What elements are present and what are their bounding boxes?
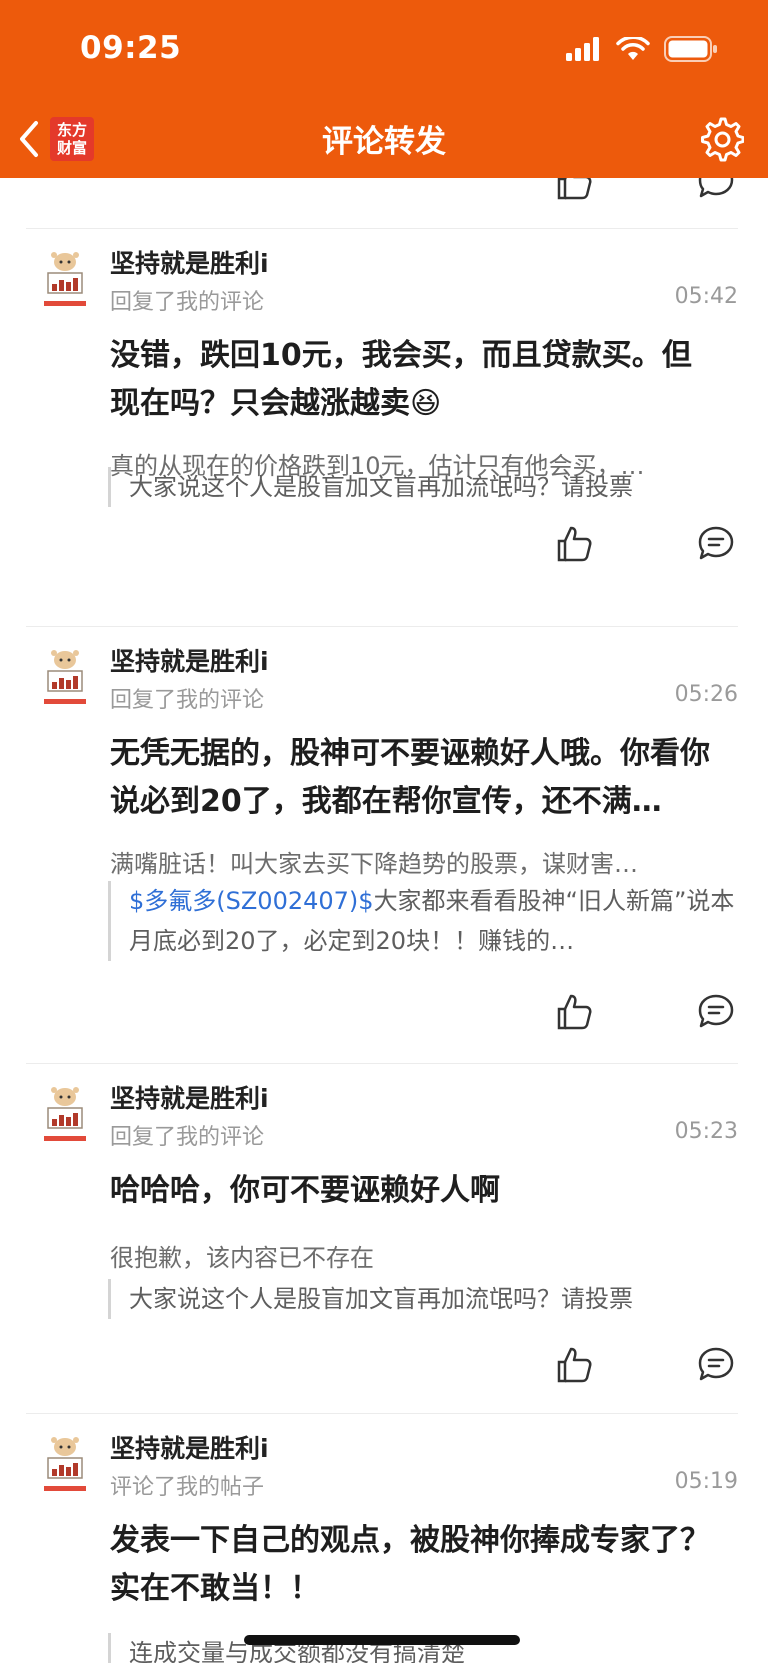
status-bar: 09:25 (0, 0, 768, 100)
quoted-post[interactable]: 大家说这个人是股盲加文盲再加流氓吗？请投票 (108, 1279, 749, 1319)
signal-icon (566, 37, 599, 61)
avatar[interactable] (40, 1081, 90, 1145)
action-label: 回复了我的评论 (110, 1125, 265, 1150)
wifi-icon (616, 37, 650, 60)
quoted-post[interactable]: 大家说这个人是股盲加文盲再加流氓吗？请投票 (108, 467, 749, 507)
thumbs-up-icon[interactable] (554, 1345, 594, 1385)
action-label: 回复了我的评论 (110, 290, 265, 315)
comment-text[interactable]: 没错，跌回10元，我会买，而且贷款买。但现在吗？只会越涨越卖😆 (110, 332, 720, 428)
comment-bubble-icon[interactable] (696, 992, 736, 1032)
app-header: 09:25 东方 财富 评论转发 (0, 0, 768, 178)
comment-text-body: 无凭无据的，股神可不要诬赖好人哦。你看你说必到20了，我都在帮你宣传，还不满… (110, 736, 710, 819)
status-time: 09:25 (80, 30, 182, 66)
action-label: 回复了我的评论 (110, 688, 265, 713)
battery-icon (664, 36, 717, 62)
comment-card[interactable]: 坚持就是胜利i 评论了我的帖子 05:19 发表一下自己的观点，被股神你捧成专家… (0, 1413, 768, 1663)
comment-text[interactable]: 无凭无据的，股神可不要诬赖好人哦。你看你说必到20了，我都在帮你宣传，还不满… (110, 730, 720, 826)
comment-bubble-icon[interactable] (696, 524, 736, 564)
original-comment[interactable]: 满嘴脏话！叫大家去买下降趋势的股票，谋财害… (110, 844, 722, 879)
home-indicator[interactable] (244, 1635, 520, 1645)
laughing-emoji-icon: 😆 (410, 386, 442, 421)
status-icons (566, 36, 718, 62)
comment-bubble-icon[interactable] (696, 1345, 736, 1385)
quote-text: 大家说这个人是股盲加文盲再加流氓吗？请投票 (129, 473, 633, 501)
quote-tag-link[interactable]: $多氟多(SZ002407)$ (129, 887, 374, 915)
avatar[interactable] (40, 246, 90, 310)
comment-feed[interactable]: 坚持就是胜利i 回复了我的评论 05:42 没错，跌回10元，我会买，而且贷款买… (0, 178, 768, 1663)
comment-card[interactable]: 坚持就是胜利i 回复了我的评论 05:23 哈哈哈，你可不要诬赖好人啊 很抱歉，… (0, 1063, 768, 1413)
quote-text: 大家说这个人是股盲加文盲再加流氓吗？请投票 (129, 1285, 633, 1313)
username[interactable]: 坚持就是胜利i (110, 1429, 269, 1465)
nav-bar: 东方 财富 评论转发 (0, 100, 768, 178)
original-comment[interactable]: 很抱歉，该内容已不存在 (110, 1238, 722, 1273)
avatar[interactable] (40, 1431, 90, 1495)
username[interactable]: 坚持就是胜利i (110, 642, 269, 678)
timestamp: 05:42 (674, 284, 738, 309)
gear-icon[interactable] (698, 116, 744, 162)
timestamp: 05:23 (674, 1119, 738, 1144)
comment-card[interactable]: 坚持就是胜利i 回复了我的评论 05:26 无凭无据的，股神可不要诬赖好人哦。你… (0, 626, 768, 1063)
timestamp: 05:19 (674, 1469, 738, 1494)
comment-card[interactable]: 坚持就是胜利i 回复了我的评论 05:42 没错，跌回10元，我会买，而且贷款买… (0, 228, 768, 598)
timestamp: 05:26 (674, 682, 738, 707)
comment-text[interactable]: 哈哈哈，你可不要诬赖好人啊 (110, 1167, 720, 1215)
comment-text-body: 发表一下自己的观点，被股神你捧成专家了？实在不敢当！！ (110, 1523, 710, 1606)
action-label: 评论了我的帖子 (110, 1475, 265, 1500)
username[interactable]: 坚持就是胜利i (110, 244, 269, 280)
previous-card-actions (0, 178, 768, 200)
username[interactable]: 坚持就是胜利i (110, 1079, 269, 1115)
comment-text[interactable]: 发表一下自己的观点，被股神你捧成专家了？实在不敢当！！ (110, 1517, 720, 1613)
thumbs-up-icon[interactable] (554, 178, 594, 202)
quoted-post[interactable]: $多氟多(SZ002407)$大家都来看看股神“旧人新篇”说本月底必到20了，必… (108, 881, 749, 961)
comment-text-body: 没错，跌回10元，我会买，而且贷款买。但现在吗？只会越涨越卖 (110, 338, 692, 421)
thumbs-up-icon[interactable] (554, 524, 594, 564)
comment-text-body: 哈哈哈，你可不要诬赖好人啊 (110, 1173, 500, 1208)
thumbs-up-icon[interactable] (554, 992, 594, 1032)
avatar[interactable] (40, 644, 90, 708)
page-title: 评论转发 (322, 124, 446, 160)
comment-bubble-icon[interactable] (696, 178, 736, 202)
